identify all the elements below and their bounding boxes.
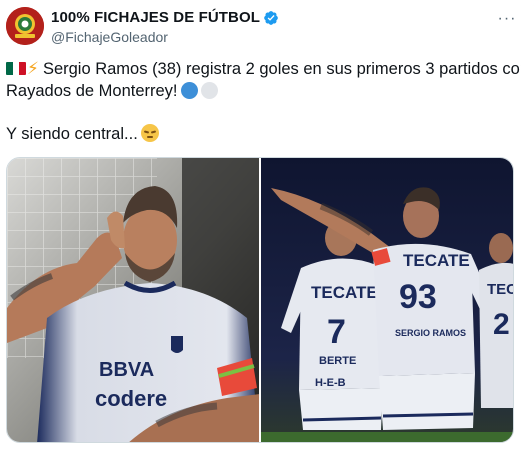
right-player-front-sponsor: TECATE bbox=[311, 283, 378, 302]
media-grid: BBVA codere TECATE 7 BERTE H-E-B TECATE … bbox=[6, 157, 514, 443]
author-name-row[interactable]: 100% FICHAJES DE FÚTBOL bbox=[51, 9, 279, 26]
author-display-name[interactable]: 100% FICHAJES DE FÚTBOL bbox=[51, 9, 260, 26]
lightning-bolt-icon: ⚡ bbox=[27, 59, 39, 78]
right-player-back-name: SERGIO RAMOS bbox=[395, 328, 466, 338]
author-avatar[interactable] bbox=[6, 7, 44, 45]
tweet-text-line-2: Rayados de Monterrey! bbox=[6, 80, 218, 102]
author-handle[interactable]: @FichajeGoleador bbox=[51, 29, 168, 45]
right-player-right-number: 2 bbox=[493, 308, 510, 341]
left-shirt-sponsor-bottom: codere bbox=[95, 386, 167, 411]
right-player-front-name: BERTE bbox=[319, 355, 356, 367]
pensive-face-icon bbox=[140, 124, 159, 142]
tweet-text-line-1: ⚡ Sergio Ramos (38) registra 2 goles en s… bbox=[6, 58, 521, 80]
tweet[interactable]: 100% FICHAJES DE FÚTBOL @FichajeGoleador… bbox=[0, 0, 521, 449]
right-player-front-number: 7 bbox=[327, 313, 346, 351]
right-player-front-lower: H-E-B bbox=[315, 377, 346, 389]
mexico-flag-icon bbox=[6, 62, 26, 75]
tweet-text-line-3: Y siendo central... bbox=[6, 123, 159, 145]
photo-team-celebration[interactable]: TECATE 7 BERTE H-E-B TECATE 93 SERGIO RA… bbox=[261, 158, 513, 442]
tweet-text-3: Y siendo central... bbox=[6, 125, 138, 143]
verified-badge-icon bbox=[263, 10, 279, 26]
right-player-back-sponsor: TECATE bbox=[403, 251, 470, 270]
right-player-right-sponsor: TEC bbox=[487, 281, 513, 298]
goleador-crest-avatar bbox=[6, 7, 44, 45]
white-circle-icon bbox=[200, 82, 218, 99]
tweet-text-1: Sergio Ramos (38) registra 2 goles en su… bbox=[42, 60, 521, 78]
left-shirt-sponsor-top: BBVA bbox=[99, 359, 154, 381]
photo-ramos-celebration[interactable]: BBVA codere bbox=[7, 158, 259, 442]
blue-circle-icon bbox=[180, 82, 198, 99]
tweet-text-2: Rayados de Monterrey! bbox=[6, 82, 178, 100]
right-player-back-number: 93 bbox=[399, 278, 437, 316]
more-options-button[interactable]: ··· bbox=[496, 8, 518, 30]
